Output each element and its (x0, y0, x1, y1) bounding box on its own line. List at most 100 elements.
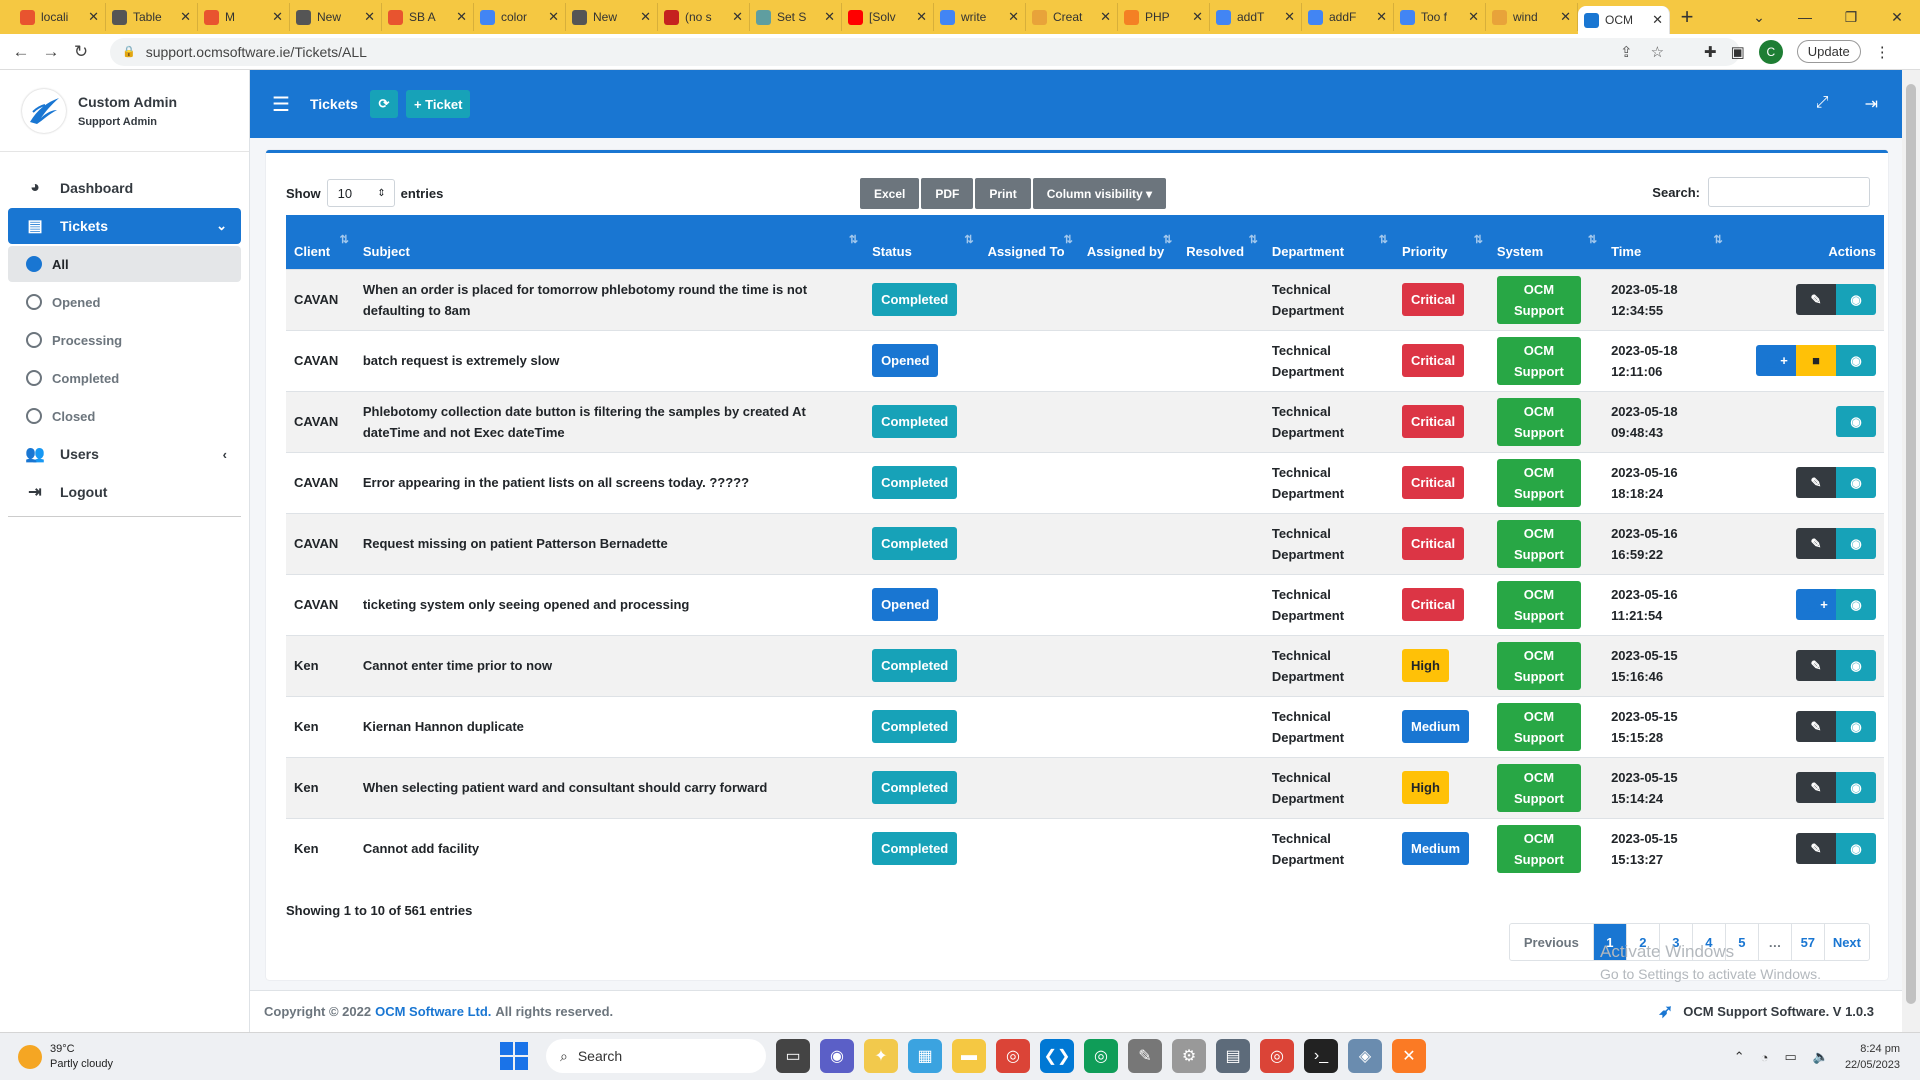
close-tab-icon[interactable]: ✕ (824, 9, 835, 25)
lock-icon[interactable]: 🔒 (122, 45, 136, 58)
sidebar-sub-opened[interactable]: Opened (8, 284, 241, 320)
fullscreen-icon[interactable]: ⤢ (1816, 94, 1829, 114)
view-button[interactable]: ◉ (1836, 467, 1876, 498)
app-icon-6[interactable]: ◈ (1348, 1039, 1382, 1073)
hamburger-menu-icon[interactable]: ☰ (272, 92, 290, 117)
view-button[interactable]: ◉ (1836, 589, 1876, 620)
view-button[interactable]: ◉ (1836, 345, 1876, 376)
taskbar-search[interactable]: ⌕ Search (546, 1039, 766, 1073)
entries-select[interactable]: 10 ⇕ (326, 179, 395, 207)
column-header[interactable]: Assigned by ⇅ (1078, 215, 1179, 269)
browser-tab[interactable]: SB A ✕ (382, 3, 474, 31)
app-icon-4[interactable]: ⚙ (1172, 1039, 1206, 1073)
terminal-icon[interactable]: ›_ (1304, 1039, 1338, 1073)
company-link[interactable]: OCM Software Ltd. (375, 1004, 491, 1019)
view-button[interactable]: ◉ (1836, 711, 1876, 742)
browser-tab[interactable]: write ✕ (934, 3, 1026, 31)
tray-chevron-icon[interactable]: ⌃ (1734, 1049, 1745, 1065)
edit-button[interactable]: ✎ (1796, 711, 1836, 742)
bookmark-star-icon[interactable]: ☆ (1651, 43, 1664, 61)
maximize-button[interactable]: ❐ (1828, 0, 1874, 34)
view-button[interactable]: ◉ (1836, 772, 1876, 803)
view-button[interactable]: ◉ (1836, 284, 1876, 315)
windows-start-icon[interactable] (500, 1042, 528, 1070)
edit-button[interactable]: ✎ (1796, 284, 1836, 315)
search-input[interactable] (1708, 177, 1870, 207)
reload-icon[interactable]: ↻ (66, 42, 96, 62)
view-button[interactable]: ◉ (1836, 528, 1876, 559)
close-tab-icon[interactable]: ✕ (1008, 9, 1019, 25)
back-icon[interactable]: ← (6, 42, 36, 62)
column-header[interactable]: Subject ⇅ (354, 215, 865, 269)
refresh-button[interactable]: ⟳ (369, 90, 398, 118)
close-tab-icon[interactable]: ✕ (548, 9, 559, 25)
sidebar-item-users[interactable]: 👥 Users ‹ (8, 436, 241, 472)
app-icon-3[interactable]: ✎ (1128, 1039, 1162, 1073)
close-tab-icon[interactable]: ✕ (1468, 9, 1479, 25)
column-header[interactable]: Time ⇅ (1603, 215, 1729, 269)
close-tab-icon[interactable]: ✕ (180, 9, 191, 25)
close-tab-icon[interactable]: ✕ (1376, 9, 1387, 25)
browser-tab[interactable]: (no s ✕ (658, 3, 750, 31)
signout-icon[interactable]: ⇥ (1865, 94, 1878, 114)
browser-tab[interactable]: PHP ✕ (1118, 3, 1210, 31)
extensions-icon[interactable]: ✚ (1704, 43, 1717, 61)
close-tab-icon[interactable]: ✕ (1284, 9, 1295, 25)
new-tab-button[interactable]: + (1670, 4, 1704, 30)
column-header[interactable]: System ⇅ (1488, 215, 1604, 269)
file-explorer-icon[interactable]: ▬ (952, 1039, 986, 1073)
sidebar-sub-completed[interactable]: Completed (8, 360, 241, 396)
browser-tab[interactable]: Creat ✕ (1026, 3, 1118, 31)
pdf-button[interactable]: PDF (921, 178, 974, 209)
browser-tab[interactable]: Table ✕ (106, 3, 198, 31)
column-visibility-button[interactable]: Column visibility ▾ (1032, 178, 1167, 209)
vscode-icon[interactable]: ❮❯ (1040, 1039, 1074, 1073)
browser-tab[interactable]: [Solv ✕ (842, 3, 934, 31)
browser-tab[interactable]: addT ✕ (1210, 3, 1302, 31)
browser-tab[interactable]: wind ✕ (1486, 3, 1578, 31)
edit-button[interactable]: ✎ (1796, 772, 1836, 803)
view-button[interactable]: ◉ (1836, 833, 1876, 865)
update-button[interactable]: Update (1796, 40, 1861, 63)
close-tab-icon[interactable]: ✕ (364, 9, 375, 25)
close-tab-icon[interactable]: ✕ (640, 9, 651, 25)
close-tab-icon[interactable]: ✕ (1192, 9, 1203, 25)
side-panel-icon[interactable]: ▣ (1731, 43, 1745, 61)
browser-tab[interactable]: M ✕ (198, 3, 290, 31)
excel-button[interactable]: Excel (860, 178, 920, 209)
column-header[interactable]: Status ⇅ (864, 215, 980, 269)
app-icon-5[interactable]: ▤ (1216, 1039, 1250, 1073)
browser-tab[interactable]: addF ✕ (1302, 3, 1394, 31)
volume-icon[interactable]: 🔈 (1813, 1049, 1829, 1065)
sidebar-item-logout[interactable]: ⇥ Logout (8, 474, 241, 510)
teams-icon[interactable]: ◉ (820, 1039, 854, 1073)
browser-menu-icon[interactable]: ⋮ (1875, 43, 1890, 61)
chrome-icon[interactable]: ◎ (996, 1039, 1030, 1073)
chrome-icon-2[interactable]: ◎ (1260, 1039, 1294, 1073)
close-tab-icon[interactable]: ✕ (1100, 9, 1111, 25)
column-header[interactable]: Assigned To ⇅ (979, 215, 1079, 269)
column-header[interactable]: Client ⇅ (286, 215, 355, 269)
close-tab-icon[interactable]: ✕ (1560, 9, 1571, 25)
edit-button[interactable]: ✎ (1796, 528, 1836, 559)
print-button[interactable]: Print (975, 178, 1031, 209)
video-button[interactable]: ■ (1796, 345, 1836, 376)
column-header[interactable]: Resolved ⇅ (1178, 215, 1264, 269)
column-header[interactable]: Priority ⇅ (1394, 215, 1489, 269)
sidebar-item-tickets[interactable]: ▤ Tickets ⌄ (8, 208, 241, 244)
browser-tab[interactable]: New ✕ (566, 3, 658, 31)
scrollbar-thumb[interactable] (1906, 84, 1916, 1004)
close-tab-icon[interactable]: ✕ (916, 9, 927, 25)
clock[interactable]: 8:24 pm 22/05/2023 (1845, 1041, 1900, 1073)
close-tab-icon[interactable]: ✕ (732, 9, 743, 25)
profile-avatar[interactable]: C (1758, 39, 1783, 64)
forward-icon[interactable]: → (36, 42, 66, 62)
close-window-button[interactable]: ✕ (1874, 0, 1920, 34)
assign-user-button[interactable]: 👤+ (1796, 589, 1836, 620)
sidebar-sub-all[interactable]: All (8, 246, 241, 282)
pagination-next[interactable]: Next (1823, 924, 1869, 960)
url-field[interactable]: 🔒 support.ocmsoftware.ie/Tickets/ALL (110, 37, 1740, 66)
edit-button[interactable]: ✎ (1796, 467, 1836, 498)
app-icon-1[interactable]: ✦ (864, 1039, 898, 1073)
close-tab-icon[interactable]: ✕ (1652, 12, 1663, 28)
